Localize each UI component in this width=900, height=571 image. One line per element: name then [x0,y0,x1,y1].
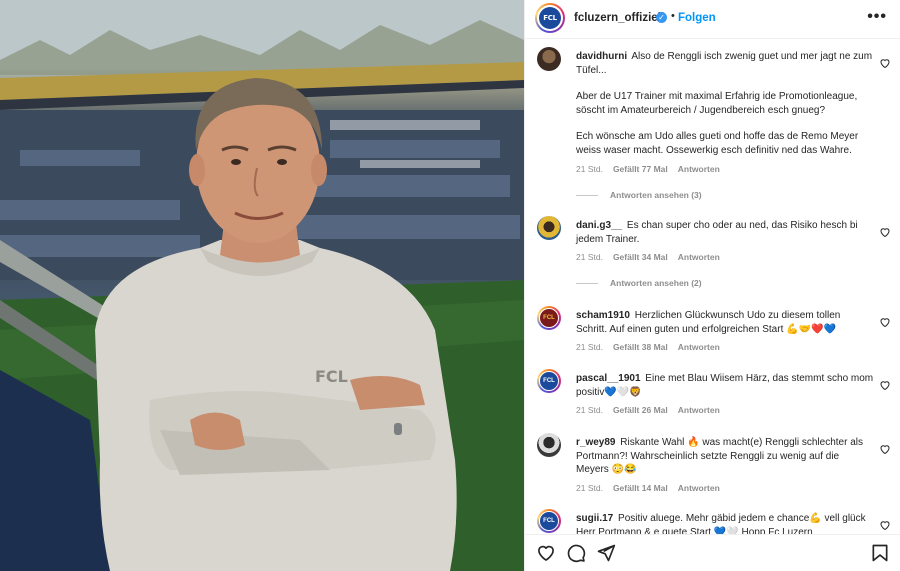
comment-list[interactable]: davidhurni Also de Renggli isch zwenig g… [525,40,900,534]
comment-meta: 21 Std. Gefällt 38 Mal Antworten [576,342,730,352]
account-username[interactable]: fcluzern_offiziell [574,12,664,24]
separator-dot: • [671,10,675,22]
comment-username[interactable]: sugii.17 [576,513,613,524]
comment-time: 21 Std. [576,405,603,415]
comment-likes[interactable]: Gefällt 77 Mal [613,164,668,174]
heart-icon[interactable] [536,543,556,563]
comment-text: scham1910 Herzlichen Glückwunsch Udo zu … [576,309,874,336]
comment-meta: 21 Std. Gefällt 14 Mal Antworten [576,483,730,493]
comment-text: dani.g3__ Es chan super cho oder au ned,… [576,219,874,246]
fcl-logo: FCL [539,371,559,391]
comment-username[interactable]: r_wey89 [576,437,615,448]
share-icon[interactable] [596,543,616,563]
avatar[interactable]: FCL [537,509,561,533]
club-crest-icon: FCL [539,308,559,328]
comment-time: 21 Std. [576,342,603,352]
post-action-bar [525,534,900,571]
avatar[interactable]: FCL [537,306,561,330]
comment-paragraph: Ech wönsche am Udo alles gueti ond hoffe… [576,131,859,156]
avatar[interactable] [537,216,561,240]
view-replies-label: Antworten ansehen (3) [610,190,702,200]
comment-like-heart-icon[interactable] [879,57,891,69]
comment-text: pascal__1901 Eine met Blau Wiisem Härz, … [576,372,874,399]
comment-username[interactable]: davidhurni [576,51,627,62]
reply-button[interactable]: Antworten [678,164,720,174]
account-avatar[interactable]: FCL [535,3,565,33]
reply-button[interactable]: Antworten [678,342,720,352]
comment-likes[interactable]: Gefällt 34 Mal [613,252,668,262]
comment-like-heart-icon[interactable] [879,316,891,328]
comment-time: 21 Std. [576,164,603,174]
comment-meta: 21 Std. Gefällt 77 Mal Antworten [576,164,730,174]
avatar[interactable] [537,47,561,71]
avatar[interactable]: FCL [537,369,561,393]
reply-button[interactable]: Antworten [678,252,720,262]
comment-meta: 21 Std. Gefällt 26 Mal Antworten [576,405,730,415]
comment-like-heart-icon[interactable] [879,443,891,455]
comment-paragraph: Riskante Wahl 🔥 was macht(e) Renggli sch… [576,437,863,475]
comment-text: r_wey89 Riskante Wahl 🔥 was macht(e) Ren… [576,436,874,477]
comment-text: davidhurni Also de Renggli isch zwenig g… [576,50,874,157]
comment-like-heart-icon[interactable] [879,379,891,391]
comment-paragraph: Aber de U17 Trainer mit maximal Erfahrig… [576,91,858,116]
comment-icon[interactable] [566,543,586,563]
verified-badge-icon: ✓ [656,12,667,23]
comment-likes[interactable]: Gefällt 38 Mal [613,342,668,352]
more-options-icon[interactable]: ••• [867,8,887,26]
fcl-logo: FCL [539,7,561,29]
comment-like-heart-icon[interactable] [879,519,891,531]
replies-line [576,195,598,197]
comment-text: sugii.17 Positiv aluege. Mehr gäbid jede… [576,512,874,534]
comment-like-heart-icon[interactable] [879,226,891,238]
comment-time: 21 Std. [576,252,603,262]
view-replies-label: Antworten ansehen (2) [610,278,702,288]
comment-time: 21 Std. [576,483,603,493]
fcl-logo: FCL [539,511,559,531]
reply-button[interactable]: Antworten [678,483,720,493]
bookmark-icon[interactable] [870,543,890,563]
reply-button[interactable]: Antworten [678,405,720,415]
follow-button[interactable]: Folgen [678,12,716,24]
comment-username[interactable]: scham1910 [576,310,630,321]
comment-paragraph: Positiv aluege. Mehr gäbid jedem e chanc… [576,513,866,534]
view-replies-button[interactable]: Antworten ansehen (3) [576,190,702,200]
comment-likes[interactable]: Gefällt 26 Mal [613,405,668,415]
comment-meta: 21 Std. Gefällt 34 Mal Antworten [576,252,730,262]
comment-likes[interactable]: Gefällt 14 Mal [613,483,668,493]
shirt-logo: FCL [315,367,348,386]
avatar[interactable] [537,433,561,457]
replies-line [576,283,598,285]
photo-illustration: FCL [0,0,524,571]
post-side-panel: FCL fcluzern_offiziell ✓ • Folgen ••• da… [524,0,900,571]
comment-username[interactable]: dani.g3__ [576,220,622,231]
post-header: FCL fcluzern_offiziell ✓ • Folgen ••• [525,0,900,39]
comment-username[interactable]: pascal__1901 [576,373,641,384]
post-photo[interactable]: FCL [0,0,524,571]
view-replies-button[interactable]: Antworten ansehen (2) [576,278,702,288]
